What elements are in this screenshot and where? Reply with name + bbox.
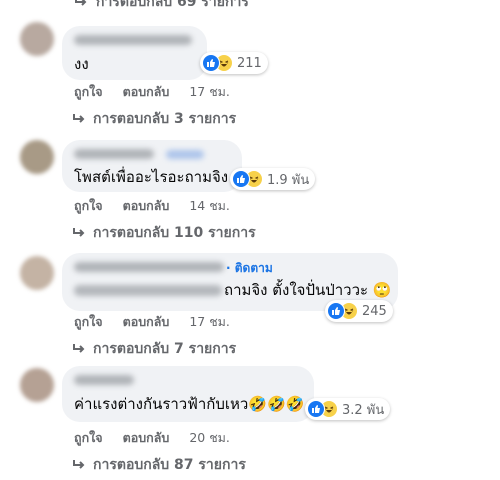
reply-button[interactable]: ตอบกลับ xyxy=(123,82,170,102)
like-button[interactable]: ถูกใจ xyxy=(74,196,103,216)
timestamp[interactable]: 17 ชม. xyxy=(189,312,230,332)
like-reaction-icon xyxy=(307,400,325,418)
view-replies-link[interactable]: การตอบกลับ 110 รายการ xyxy=(72,222,256,244)
author-name-blurred[interactable] xyxy=(74,149,154,159)
view-replies-link[interactable]: การตอบกลับ 87 รายการ xyxy=(72,454,246,476)
view-replies-label: การตอบกลับ 110 รายการ xyxy=(93,225,256,241)
avatar[interactable] xyxy=(20,22,54,56)
timestamp[interactable]: 14 ชม. xyxy=(189,196,230,216)
reply-button[interactable]: ตอบกลับ xyxy=(123,428,170,448)
avatar[interactable] xyxy=(20,140,54,174)
reaction-summary[interactable]: 245 xyxy=(325,300,393,322)
comment-actions: ถูกใจ ตอบกลับ 17 ชม. xyxy=(74,82,230,102)
author-label-blurred xyxy=(166,150,204,159)
comment-bubble: งง xyxy=(62,26,207,80)
replies-link-label: การตอบกลับ 69 รายการ xyxy=(96,0,249,10)
view-replies-label: การตอบกลับ 3 รายการ xyxy=(93,111,237,127)
avatar[interactable] xyxy=(20,256,54,290)
comment-actions: ถูกใจ ตอบกลับ 20 ชม. xyxy=(74,428,230,448)
view-replies-link[interactable]: การตอบกลับ 7 รายการ xyxy=(72,338,236,360)
view-replies-label: การตอบกลับ 7 รายการ xyxy=(93,341,237,357)
reply-arrow-icon xyxy=(73,228,85,237)
follow-link[interactable]: · ติดตาม xyxy=(226,259,273,278)
reply-button[interactable]: ตอบกลับ xyxy=(123,312,170,332)
author-name-blurred[interactable] xyxy=(74,375,134,385)
comment-text: โพสต์เพื่ออะไรอะถามจิง xyxy=(74,168,229,186)
view-replies-label: การตอบกลับ 87 รายการ xyxy=(93,457,246,473)
author-name-blurred[interactable] xyxy=(74,35,192,45)
reaction-count: 3.2 พัน xyxy=(342,402,385,418)
reaction-summary[interactable]: 1.9 พัน xyxy=(230,168,316,190)
comment-actions: ถูกใจ ตอบกลับ 17 ชม. xyxy=(74,312,230,332)
author-name-blurred[interactable] xyxy=(74,262,224,272)
comment-text: งง xyxy=(74,55,89,73)
replies-link-top[interactable]: การตอบกลับ 69 รายการ xyxy=(74,0,249,13)
view-replies-link[interactable]: การตอบกลับ 3 รายการ xyxy=(72,108,236,130)
comment-bubble: โพสต์เพื่ออะไรอะถามจิง xyxy=(62,140,242,192)
reaction-count: 1.9 พัน xyxy=(267,172,310,188)
reply-arrow-icon xyxy=(73,460,85,469)
avatar[interactable] xyxy=(20,368,54,402)
comment-text-blurred xyxy=(74,285,222,296)
reaction-summary[interactable]: 3.2 พัน xyxy=(305,398,391,420)
reaction-summary[interactable]: 211 xyxy=(200,52,268,74)
comment-bubble: ค่าแรงต่างกันราวฟ้ากับเหว🤣🤣🤣 xyxy=(62,366,314,422)
timestamp[interactable]: 17 ชม. xyxy=(189,82,230,102)
reply-arrow-icon xyxy=(73,344,85,353)
comment-text: ถามจิง ตั้งใจปั่นป่าววะ 🙄 xyxy=(224,281,392,299)
comment-text: ค่าแรงต่างกันราวฟ้ากับเหว🤣🤣🤣 xyxy=(74,395,305,413)
reply-arrow-icon xyxy=(75,0,87,6)
like-button[interactable]: ถูกใจ xyxy=(74,312,103,332)
like-button[interactable]: ถูกใจ xyxy=(74,428,103,448)
reaction-count: 245 xyxy=(362,303,387,319)
comment-actions: ถูกใจ ตอบกลับ 14 ชม. xyxy=(74,196,230,216)
reply-arrow-icon xyxy=(73,114,85,123)
like-reaction-icon xyxy=(327,302,345,320)
like-reaction-icon xyxy=(202,54,220,72)
like-button[interactable]: ถูกใจ xyxy=(74,82,103,102)
reply-button[interactable]: ตอบกลับ xyxy=(123,196,170,216)
timestamp[interactable]: 20 ชม. xyxy=(189,428,230,448)
reaction-count: 211 xyxy=(237,55,262,71)
like-reaction-icon xyxy=(232,170,250,188)
